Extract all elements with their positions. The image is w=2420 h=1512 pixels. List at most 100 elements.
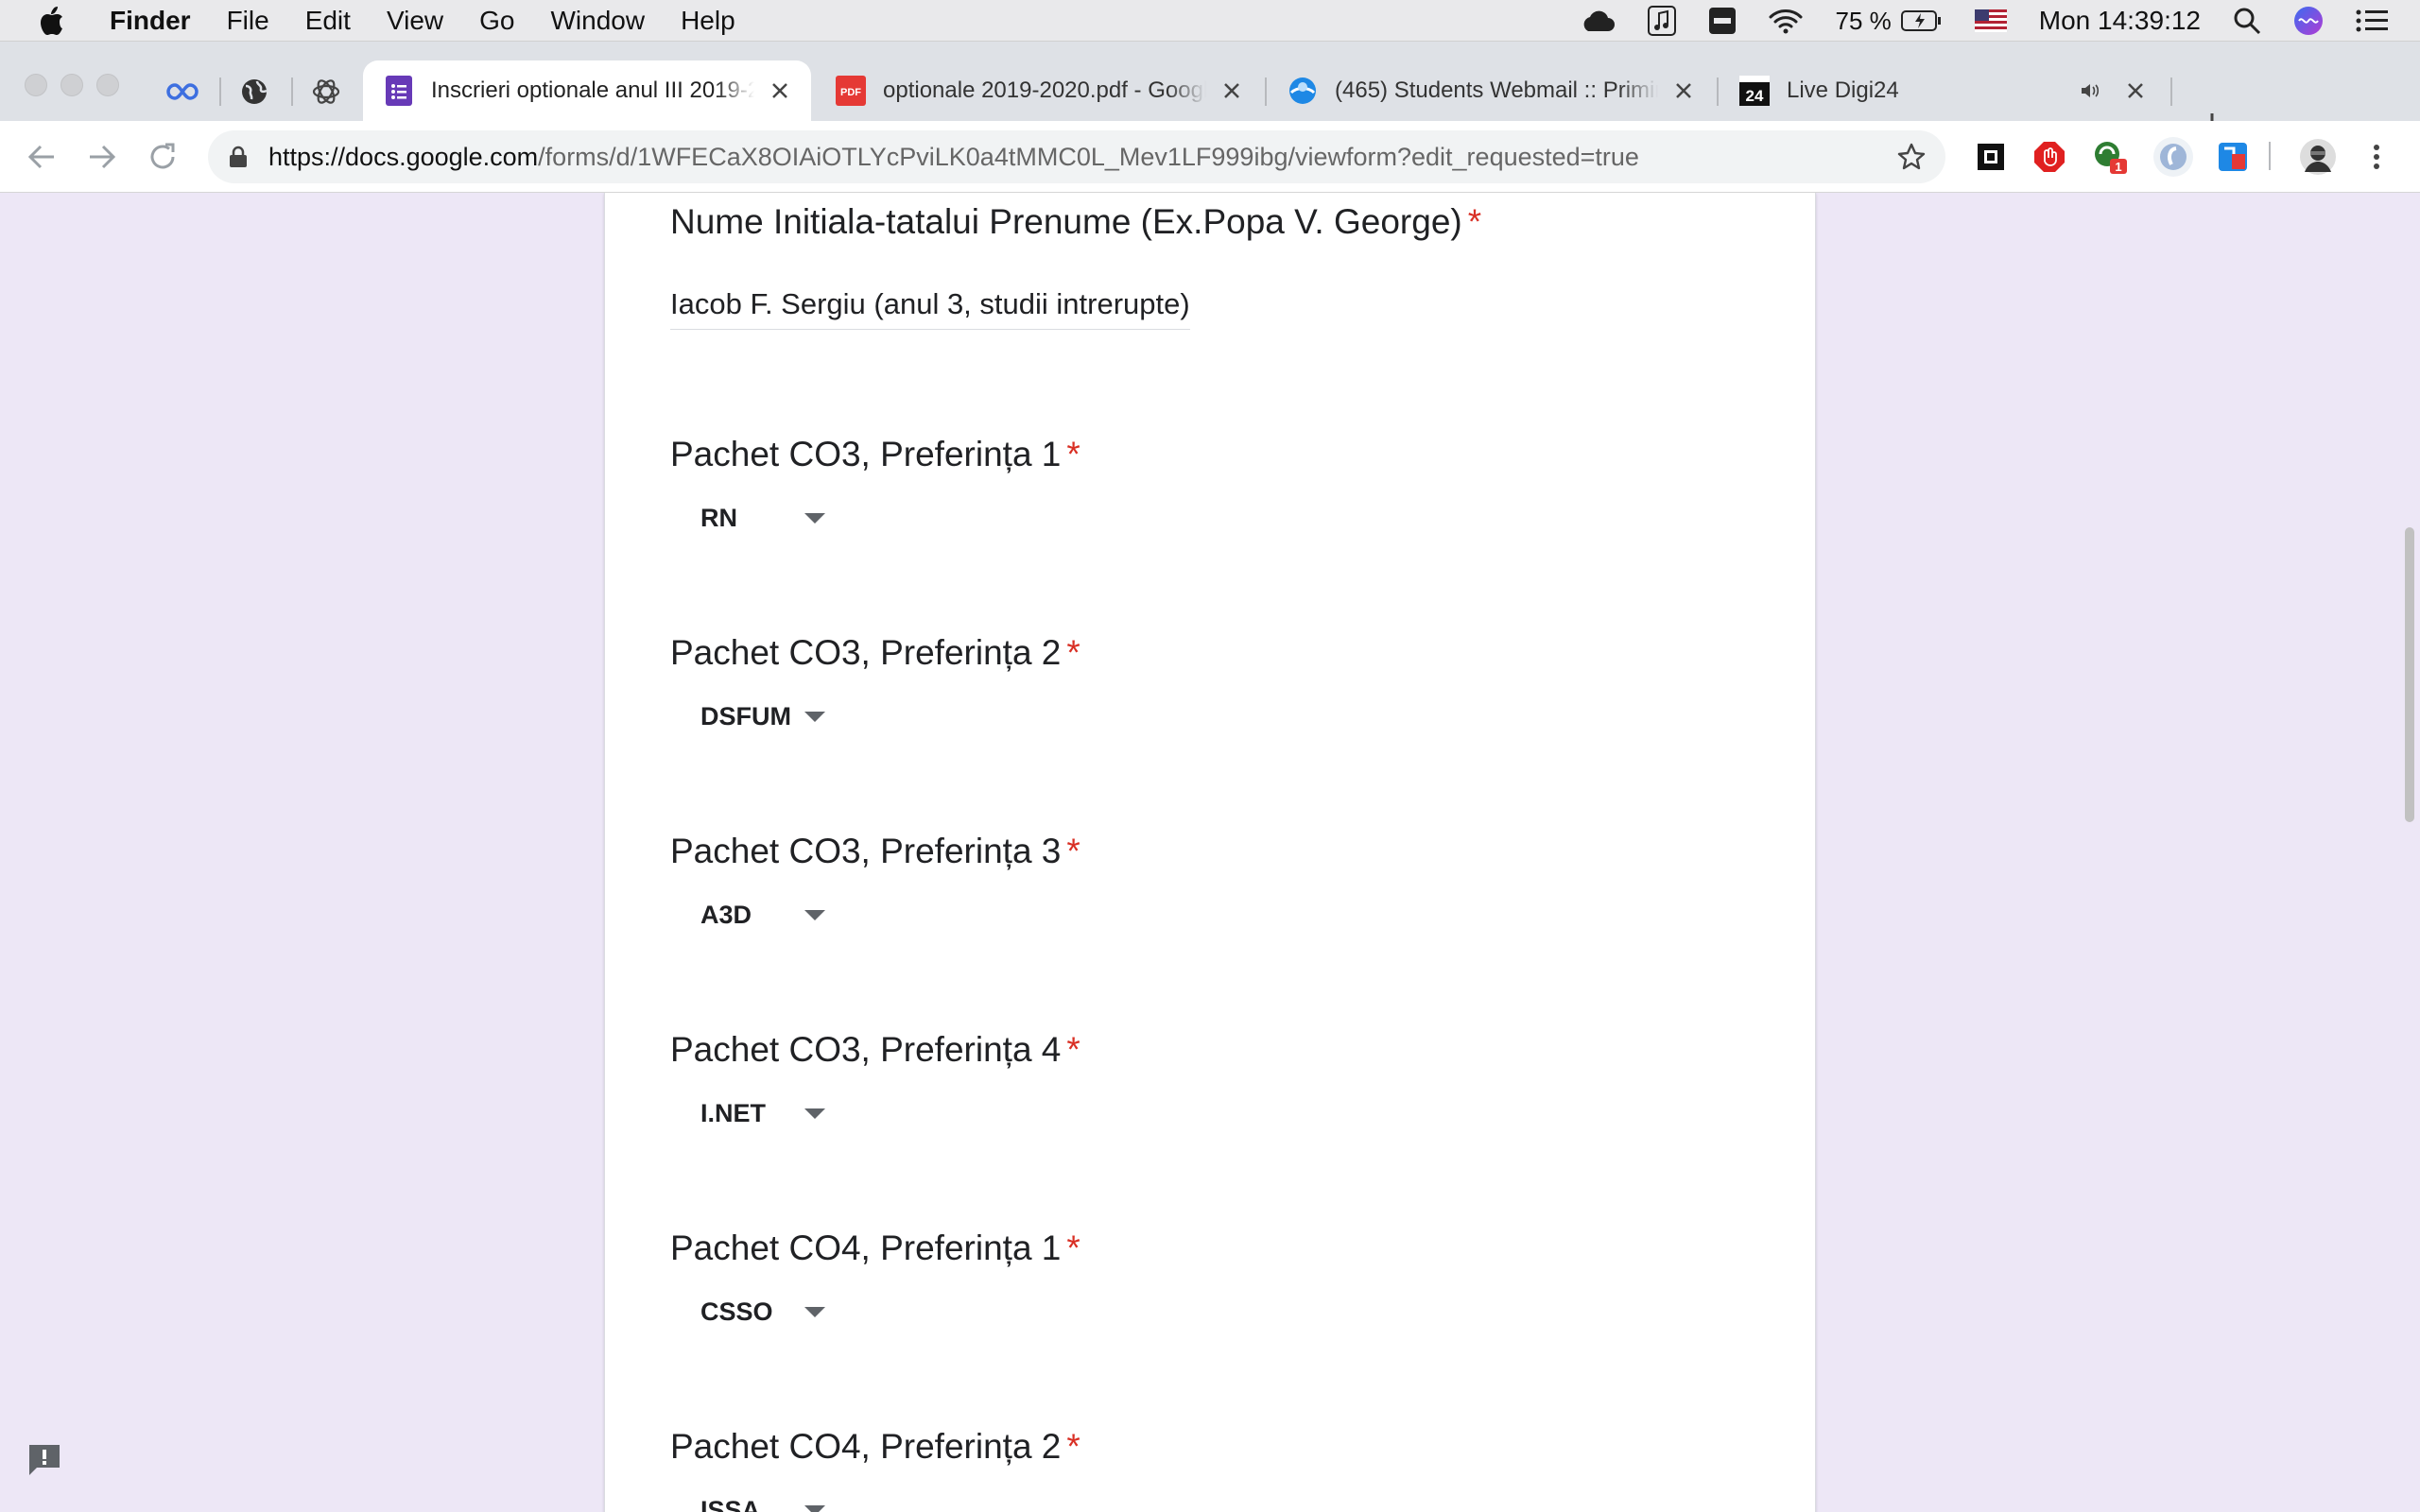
menu-app-finder[interactable]: Finder [110,6,191,36]
tab-close-icon[interactable] [1669,77,1698,105]
extension-square-icon[interactable] [1974,140,2008,174]
window-zoom-button[interactable] [96,74,119,96]
arrow-left-icon [27,145,54,169]
page-scrollbar[interactable] [2399,193,2420,1512]
back-button[interactable] [23,138,60,176]
question-title-text: Nume Initiala-tatalui Prenume (Ex.Popa V… [670,202,1462,241]
tab-live-digi24[interactable]: 24 Live Digi24 [1719,60,2167,121]
google-forms-icon [384,76,414,106]
co4-pref-1-dropdown[interactable]: CSSO [670,1281,859,1342]
co3-pref-4-dropdown[interactable]: I.NET [670,1083,859,1143]
reload-button[interactable] [144,138,182,176]
co3-pref-1-dropdown[interactable]: RN [670,488,859,548]
question-co3-pref-2: Pachet CO3, Preferința 2 * DSFUM [670,633,1080,730]
tab-title: Inscrieri optionale anul III 2019-2020 [431,77,754,103]
url-host: https://docs.google.com [268,142,539,171]
pinned-tab-infinity[interactable] [166,76,199,108]
tab-close-icon[interactable] [766,77,794,105]
co3-pref-2-dropdown[interactable]: DSFUM [670,686,859,747]
wifi-icon[interactable] [1769,8,1803,34]
pinned-tab-chatgpt[interactable] [310,76,342,108]
menu-go[interactable]: Go [479,6,514,36]
required-asterisk: * [1467,202,1482,241]
bookmark-star-icon[interactable] [1894,140,1928,174]
spotlight-search-icon[interactable] [2233,7,2261,35]
question-co4-pref-2: Pachet CO4, Preferința 2 * ISSA [670,1427,1080,1512]
pinned-tab-globe[interactable] [238,76,270,108]
chrome-menu-icon[interactable] [2360,140,2394,174]
display-app-icon[interactable] [1708,7,1737,35]
tab-title: optionale 2019-2020.pdf - Google Drive [883,77,1206,103]
cloud-icon[interactable] [1580,9,1616,33]
music-app-icon[interactable] [1648,6,1677,36]
adblock-icon[interactable] [2032,140,2066,174]
profile-avatar[interactable] [2299,138,2337,176]
tab-pdf-drive[interactable]: PDF optionale 2019-2020.pdf - Google Dri… [815,60,1263,121]
dropdown-arrow-icon [804,512,825,524]
browser-tab-strip: Inscrieri optionale anul III 2019-2020 P… [0,42,2420,136]
tab-title: Live Digi24 [1787,77,1899,103]
tab-audio-icon[interactable] [2076,77,2104,105]
menu-view[interactable]: View [387,6,443,36]
dropdown-value: ISSA [700,1495,761,1512]
dropdown-arrow-icon [804,1108,825,1119]
apple-icon[interactable] [38,5,66,37]
infinity-icon [166,83,199,100]
menu-help[interactable]: Help [681,6,735,36]
window-minimize-button[interactable] [60,74,83,96]
webmail-icon [1288,76,1318,106]
question-name: Nume Initiala-tatalui Prenume (Ex.Popa V… [670,202,1482,330]
globe-icon [242,79,268,104]
extension-badge: 1 [2115,160,2121,174]
tab-close-icon[interactable] [2121,77,2150,105]
question-title: Pachet CO3, Preferința 3 * [670,832,1080,871]
question-title: Pachet CO3, Preferința 2 * [670,633,1080,673]
battery-percent: 75 % [1835,6,1892,35]
menu-window[interactable]: Window [550,6,645,36]
pdf-icon: PDF [836,76,866,106]
co3-pref-3-dropdown[interactable]: A3D [670,885,859,945]
url-text[interactable]: https://docs.google.com/forms/d/1WFECaX8… [268,143,1639,172]
dropdown-value: DSFUM [700,701,791,730]
reload-icon [150,143,175,169]
extension-shield-icon[interactable] [2216,140,2250,174]
dropdown-arrow-icon [804,711,825,722]
question-title-text: Pachet CO3, Preferința 2 [670,633,1062,672]
url-path: /forms/d/1WFECaX8OIAiOTLYcPviLK0a4tMMC0L… [538,142,1639,171]
battery-status[interactable]: 75 % [1835,7,1942,36]
tab-students-webmail[interactable]: (465) Students Webmail :: Primire [1267,60,1715,121]
menubar-clock[interactable]: Mon 14:39:12 [2039,6,2201,36]
svg-text:24: 24 [1746,87,1764,105]
name-answer-input[interactable]: Iacob F. Sergiu (anul 3, studii intrerup… [670,287,1190,330]
question-title-text: Pachet CO3, Preferința 3 [670,832,1062,870]
scrollbar-thumb[interactable] [2405,527,2414,822]
required-asterisk: * [1066,1228,1080,1267]
browser-toolbar: https://docs.google.com/forms/d/1WFECaX8… [0,121,2420,193]
tab-close-icon[interactable] [1218,77,1246,105]
menu-file[interactable]: File [227,6,269,36]
siri-icon[interactable] [2293,6,2324,36]
flag-us-icon[interactable] [1974,9,2007,32]
question-title: Pachet CO4, Preferința 2 * [670,1427,1080,1467]
page-viewport: Nume Initiala-tatalui Prenume (Ex.Popa V… [0,193,2420,1512]
required-asterisk: * [1066,832,1080,870]
extension-green-icon[interactable]: 1 [2093,140,2127,174]
extension-blue-circle-icon[interactable] [2153,137,2193,177]
address-bar[interactable]: https://docs.google.com/forms/d/1WFECaX8… [208,130,1945,183]
forward-button[interactable] [83,138,121,176]
notification-center-icon[interactable] [2356,9,2388,33]
question-co4-pref-1: Pachet CO4, Preferința 1 * CSSO [670,1228,1080,1326]
menu-edit[interactable]: Edit [305,6,351,36]
tab-google-forms[interactable]: Inscrieri optionale anul III 2019-2020 [363,60,811,121]
macos-menubar: Finder File Edit View Go Window Help 75 … [0,0,2420,42]
tab-separator [2170,77,2172,106]
openai-icon [312,79,340,104]
report-feedback-button[interactable] [25,1440,64,1480]
question-title-text: Pachet CO4, Preferința 2 [670,1427,1062,1466]
question-title: Pachet CO3, Preferința 4 * [670,1030,1080,1070]
dropdown-value: I.NET [700,1098,767,1127]
co4-pref-2-dropdown[interactable]: ISSA [670,1480,859,1512]
lock-icon[interactable] [229,145,250,169]
dropdown-value: RN [700,503,737,532]
window-close-button[interactable] [25,74,47,96]
